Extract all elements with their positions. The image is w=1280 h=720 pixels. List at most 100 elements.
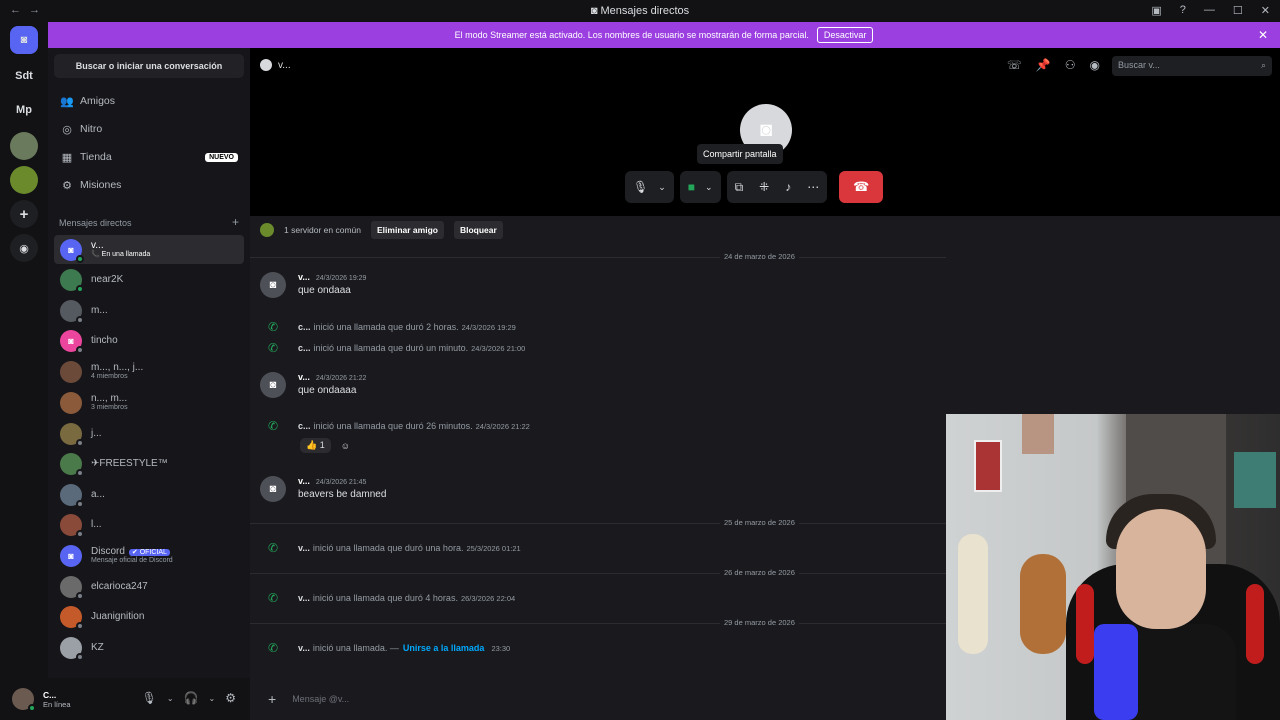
video-camera-icon[interactable]: ■ [688,180,695,194]
close-banner-icon[interactable]: ✕ [1258,28,1268,42]
dm-item[interactable]: elcarioca247 [54,572,244,601]
dm-item[interactable]: ◙ v... 📞 En una llamada [54,235,244,264]
chevron-down-icon[interactable]: ⌄ [705,182,713,193]
dm-item[interactable]: a... [54,480,244,509]
user-avatar[interactable] [12,688,36,712]
streamer-mode-banner: El modo Streamer está activado. Los nomb… [48,22,1280,48]
dm-header-label: Mensajes directos [59,218,132,228]
message-author[interactable]: v... [298,372,310,382]
more-options-icon[interactable]: ⋯ [807,180,819,194]
call-user[interactable]: v... [298,543,310,553]
dm-item[interactable]: j... [54,419,244,448]
call-controls: 🎙 ⌄ ■ ⌄ ⧉ ⁜ ♪ ⋯ ☎ [625,171,884,203]
close-window-icon[interactable]: ✕ [1261,4,1270,17]
call-user[interactable]: c... [298,343,311,353]
add-dm-icon[interactable]: + [232,215,239,229]
friends-icon: 👥 [60,95,74,108]
dm-item[interactable]: ◙ Discord ✔ OFICIAL Mensaje oficial de Dis… [54,541,244,570]
chevron-down-icon[interactable]: ⌄ [167,694,174,705]
headphones-icon[interactable]: 🎧 [184,691,199,705]
join-call-link[interactable]: Unirse a la llamada [403,643,485,653]
home-discord-icon[interactable]: ◙ [10,26,38,54]
server-mp[interactable]: Mp [10,96,38,124]
call-user[interactable]: c... [298,322,311,332]
dm-item[interactable]: ◙ tincho [54,326,244,355]
avatar[interactable]: ◙ [260,372,286,398]
add-reaction-icon[interactable]: ☺ [341,441,350,451]
phone-icon: ✆ [268,419,279,433]
disconnect-call-button[interactable]: ☎ [839,171,884,203]
server-avatar-2[interactable] [10,166,38,194]
dm-item[interactable]: l... [54,510,244,539]
message-input[interactable]: Mensaje @v... [292,694,349,704]
microphone-icon[interactable]: 🎙 [142,691,157,705]
call-log: ✆ c... inició una llamada que duró 2 hor… [268,320,516,334]
minimize-icon[interactable]: — [1204,4,1215,17]
reaction-thumbs-up[interactable]: 👍 1 [300,438,331,453]
dm-item[interactable]: ✈FREESTYLE™ [54,449,244,478]
block-button[interactable]: Bloquear [453,221,503,239]
profile-icon[interactable]: ◉ [1090,58,1100,72]
call-user[interactable]: c... [298,421,311,431]
nav-nitro[interactable]: ◎ Nitro [54,116,244,142]
message: ◙ v... 24/3/2026 19:29 que ondaaa [260,272,366,298]
phone-call-icon[interactable]: ☏ [1007,58,1022,72]
call-text: inició una llamada que duró un minuto. [313,343,469,353]
dm-item[interactable]: Juanignition [54,602,244,631]
dm-item[interactable]: near2K [54,265,244,294]
avatar [60,452,84,477]
message-author[interactable]: v... [298,476,310,486]
mute-control[interactable]: 🎙 ⌄ [625,171,674,203]
dm-name: m..., n..., j... [91,361,144,373]
chevron-down-icon[interactable]: ⌄ [658,182,666,193]
dm-status: 📞 En una llamada [91,251,151,259]
avatar[interactable]: ◙ [260,272,286,298]
dm-item[interactable]: m... [54,296,244,325]
discover-icon[interactable]: ◉ [10,234,38,262]
call-time: 23:30 [491,643,511,653]
message: ◙ v... 24/3/2026 21:22 que ondaaaa [260,372,366,398]
avatar[interactable]: ◙ [260,476,286,502]
microphone-icon[interactable]: 🎙 [633,180,648,194]
screen-share-icon[interactable]: ⧉ [735,180,744,195]
add-server-icon[interactable]: + [10,200,38,228]
nav-missions[interactable]: ⚙ Misiones [54,172,244,198]
server-avatar-1[interactable] [10,132,38,160]
dm-name: l... [91,518,102,530]
settings-gear-icon[interactable]: ⚙ [225,691,236,705]
server-sdt[interactable]: Sdt [10,62,38,90]
reactions: 👍 1 ☺ [300,438,350,453]
avatar: ◙ [60,238,84,263]
call-user[interactable]: v... [298,593,310,603]
user-panel: C... En línea 🎙 ⌄ 🎧 ⌄ ⚙ [0,678,250,720]
add-friend-icon[interactable]: ⚇ [1065,58,1076,72]
chevron-down-icon[interactable]: ⌄ [209,694,216,705]
group-avatar [60,391,82,414]
search-conversation-button[interactable]: Buscar o iniciar una conversación [54,54,244,78]
nav-friends[interactable]: 👥 Amigos [54,88,244,114]
date-label: 24 de marzo de 2026 [720,252,799,261]
message-time: 24/3/2026 21:22 [315,375,367,382]
call-user[interactable]: v... [298,643,310,653]
pin-icon[interactable]: 📌 [1036,58,1051,72]
camera-control[interactable]: ■ ⌄ [679,171,721,203]
inbox-icon[interactable]: ▣ [1151,4,1161,17]
add-attachment-icon[interactable]: + [268,691,276,707]
dm-item[interactable]: n..., m... 3 miembros [54,388,244,417]
deactivate-button[interactable]: Desactivar [816,27,874,43]
title-bar: ← → ◙ Mensajes directos ▣ ? — ☐ ✕ [0,0,1280,22]
common-servers[interactable]: 1 servidor en común [284,225,361,235]
soundboard-icon[interactable]: ♪ [785,180,791,194]
nav-shop[interactable]: ▦ Tienda NUEVO [54,144,244,170]
avatar [60,636,84,661]
message-author[interactable]: v... [298,272,310,282]
activities-icon[interactable]: ⁜ [759,180,769,194]
dm-name: tincho [91,334,118,346]
dm-item[interactable]: KZ [54,633,244,662]
header-search-input[interactable]: Buscar v... ⌕ [1112,56,1272,76]
new-badge: NUEVO [205,152,238,162]
maximize-icon[interactable]: ☐ [1233,4,1243,17]
remove-friend-button[interactable]: Eliminar amigo [371,221,444,239]
dm-item[interactable]: m..., n..., j... 4 miembros [54,357,244,386]
help-icon[interactable]: ? [1180,4,1186,17]
